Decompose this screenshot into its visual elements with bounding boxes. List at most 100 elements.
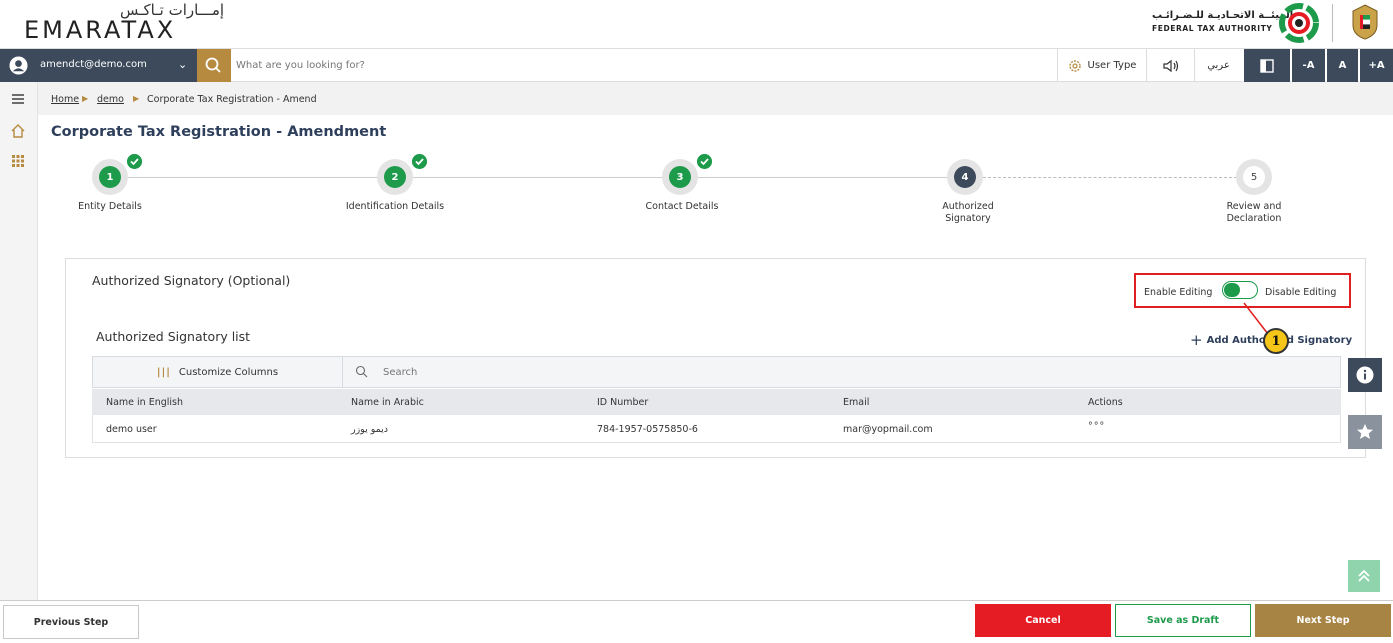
home-icon[interactable] [9,122,27,140]
user-avatar-icon [9,56,28,75]
star-icon [1357,424,1373,439]
language-label: عربي [1207,60,1230,71]
row-actions-menu[interactable]: °°° [1088,421,1105,432]
list-title: Authorized Signatory list [96,329,251,344]
cell-name-english: demo user [106,424,157,435]
brand-bar: إمـــارات تـاكـس EMARATAX الهيئــة الاتح… [0,0,1393,48]
apps-grid-icon[interactable] [9,152,27,170]
step-label: Contact Details [645,201,719,212]
previous-step-button[interactable]: Previous Step [3,605,139,639]
breadcrumb-current: Corporate Tax Registration - Amend [147,94,317,105]
authorized-signatory-panel: Authorized Signatory (Optional) Enable E… [65,258,1366,458]
check-icon [697,154,712,169]
step-4-indicator[interactable]: 4 [947,159,983,195]
stepper-connector [983,177,1237,178]
fta-logo-icon [1279,3,1319,43]
font-decrease-button[interactable]: -A [1291,49,1325,82]
cell-email: mar@yopmail.com [843,424,933,435]
step-label-line: Declaration [1226,213,1282,224]
step-3-indicator[interactable]: 3 [662,159,698,195]
stepper-connector [413,177,669,178]
step-label: Review and Declaration [1184,201,1324,225]
step-number: 4 [954,166,976,188]
uae-emblem-icon [1352,4,1378,40]
step-label: Entity Details [78,201,142,212]
search-icon [355,365,368,378]
panel-title: Authorized Signatory (Optional) [92,273,291,288]
authority-name-arabic: الهيئــة الاتحـاديـة للـضـرائـب [1152,10,1294,21]
column-header[interactable]: Name in English [106,397,183,408]
check-icon [412,154,427,169]
table-search-input[interactable] [383,362,883,382]
user-email: amendct@demo.com [40,59,147,70]
step-label-line: Review and [1226,201,1282,212]
column-header[interactable]: Email [843,397,869,408]
search-button[interactable] [197,49,231,82]
contrast-toggle[interactable] [1243,49,1290,82]
user-type-button[interactable]: User Type [1057,49,1146,82]
annotation-badge: 1 [1263,328,1289,354]
table-row: demo user ديمو يوزر 784-1957-0575850-6 m… [92,415,1341,443]
logo-english: EMARATAX [24,16,177,44]
stepper-connector [698,177,950,178]
step-label: Authorized Signatory [898,201,1038,225]
breadcrumb-home-link[interactable]: Home [51,94,79,105]
save-as-draft-button[interactable]: Save as Draft [1115,604,1251,637]
enable-editing-label: Enable Editing [1144,287,1213,298]
step-label: Identification Details [345,201,445,212]
contrast-icon [1260,58,1274,73]
step-number: 3 [669,166,691,188]
font-normal-button[interactable]: A [1326,49,1358,82]
footer-action-bar: Previous Step Cancel Save as Draft Next … [0,600,1393,643]
check-icon [127,154,142,169]
breadcrumb-demo-link[interactable]: demo [97,94,124,105]
audio-button[interactable] [1146,49,1194,82]
step-label-line: Signatory [945,213,991,224]
editing-toggle-highlight: Enable Editing Disable Editing [1134,273,1351,308]
user-menu[interactable]: amendct@demo.com ⌄ [0,49,197,82]
customize-columns-label: Customize Columns [178,366,279,378]
language-toggle[interactable]: عربي [1194,49,1242,82]
favorite-button[interactable] [1348,415,1382,449]
left-sidebar [0,82,38,600]
column-header[interactable]: ID Number [597,397,648,408]
double-chevron-up-icon [1358,569,1370,582]
customize-columns-button[interactable]: ||| Customize Columns [93,357,343,387]
next-step-button[interactable]: Next Step [1255,604,1391,637]
column-header[interactable]: Name in Arabic [351,397,424,408]
scroll-top-button[interactable] [1348,560,1380,592]
page-title: Corporate Tax Registration - Amendment [51,124,387,140]
table-toolbar: ||| Customize Columns [92,356,1341,388]
step-2-indicator[interactable]: 2 [377,159,413,195]
toggle-knob [1224,283,1240,297]
step-5-indicator[interactable]: 5 [1236,159,1272,195]
cell-id-number: 784-1957-0575850-6 [597,424,698,435]
stepper-connector [128,177,384,178]
column-header: Actions [1088,397,1123,408]
columns-icon: ||| [156,366,171,378]
step-number: 5 [1243,166,1265,188]
info-button[interactable] [1348,358,1382,392]
step-number: 1 [99,166,121,188]
global-search-input[interactable] [236,53,1036,77]
disable-editing-label: Disable Editing [1265,287,1337,298]
top-nav-bar: amendct@demo.com ⌄ User Type عربي -A A +… [0,48,1393,82]
breadcrumb: Home ▶ demo ▶ Corporate Tax Registration… [38,82,1393,115]
plus-icon: + [1190,331,1203,349]
editing-toggle-switch[interactable] [1222,281,1258,299]
gear-icon [1068,59,1081,72]
breadcrumb-separator-icon: ▶ [82,94,89,103]
cancel-button[interactable]: Cancel [975,604,1111,637]
chevron-down-icon[interactable]: ⌄ [178,58,187,71]
step-number: 2 [384,166,406,188]
cell-name-arabic: ديمو يوزر [351,424,389,435]
user-type-label: User Type [1087,60,1137,71]
speaker-icon [1162,59,1178,72]
info-icon [1356,366,1374,384]
step-1-indicator[interactable]: 1 [92,159,128,195]
font-increase-button[interactable]: +A [1359,49,1393,82]
search-icon [205,57,221,73]
breadcrumb-separator-icon: ▶ [133,94,140,103]
hamburger-menu-icon[interactable] [9,90,27,108]
brand-divider [1332,4,1333,42]
